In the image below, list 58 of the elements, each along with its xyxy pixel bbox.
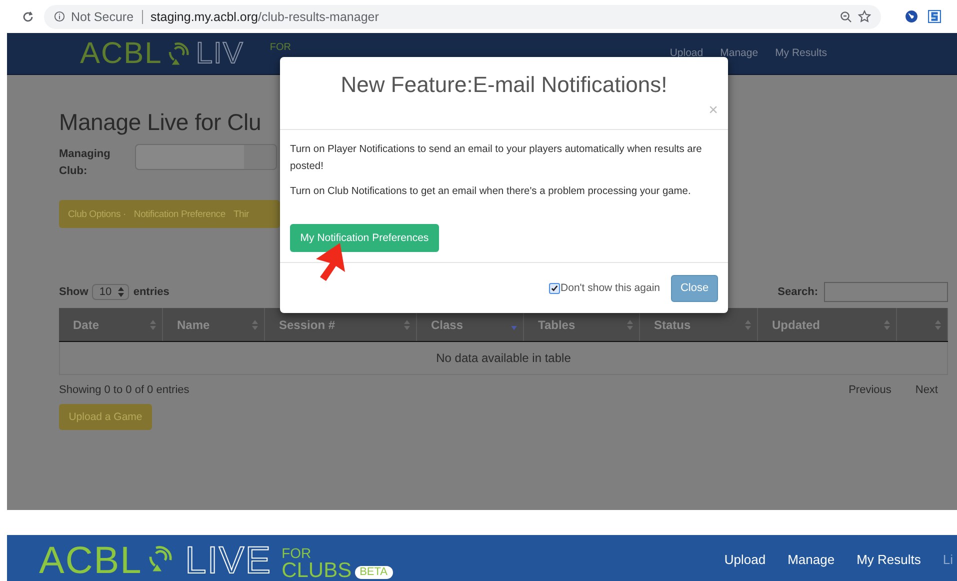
dialog-text: Turn on Club Notifications to get an email when there's a problem processing your game. xyxy=(290,185,692,199)
logo-text: CLUBS xyxy=(282,560,352,581)
entries-label: entries xyxy=(133,286,170,298)
beta-badge: BETA xyxy=(354,566,393,579)
search-label: Search: xyxy=(778,286,818,298)
logo-text: ACBL xyxy=(80,39,162,69)
star-icon[interactable] xyxy=(858,10,871,23)
stepper-icon xyxy=(118,287,124,297)
sort-icon[interactable] xyxy=(404,320,410,330)
checkbox[interactable] xyxy=(548,282,560,294)
globe-icon[interactable] xyxy=(905,10,918,23)
preferences-button[interactable]: My Notification Preferences xyxy=(290,224,439,252)
sort-icon[interactable] xyxy=(252,320,258,330)
reload-icon[interactable] xyxy=(22,10,34,22)
column-header[interactable]: Updated xyxy=(772,318,820,332)
logo-text: LIVE xyxy=(185,542,272,580)
show-label: Show xyxy=(59,286,88,298)
page-title: Manage Live for Clu xyxy=(59,109,262,136)
logo-text: FOR xyxy=(282,546,312,560)
field-label: Managing Club: xyxy=(59,147,109,179)
sort-icon[interactable] xyxy=(745,320,751,330)
extension-icon[interactable] xyxy=(928,10,941,23)
logo-text: FOR xyxy=(270,43,292,53)
close-button[interactable]: × xyxy=(708,103,718,119)
nav-link[interactable]: Upload xyxy=(670,47,704,59)
sort-icon[interactable] xyxy=(935,320,941,330)
column-header[interactable]: Session # xyxy=(279,318,336,332)
column-header[interactable]: Status xyxy=(654,318,691,332)
zoom-icon[interactable] xyxy=(840,10,852,22)
url-text[interactable]: staging.my.acbl.org/club-results-manager xyxy=(150,10,379,24)
search-field[interactable] xyxy=(824,282,948,302)
sort-icon[interactable] xyxy=(884,320,890,330)
logo-text: ACBL xyxy=(39,542,142,580)
sort-icon[interactable] xyxy=(150,320,156,330)
nav-link[interactable]: Upload xyxy=(724,552,766,567)
logo-text: LIV xyxy=(196,39,244,69)
nav-link[interactable]: My Results xyxy=(775,47,827,59)
nav-link[interactable]: Li xyxy=(942,552,953,567)
page-size-select[interactable]: 10 xyxy=(92,284,130,300)
sort-icon[interactable] xyxy=(627,320,633,330)
club-select-field[interactable] xyxy=(135,144,277,170)
column-header[interactable]: Date xyxy=(73,318,100,332)
table-empty-message: No data available in table xyxy=(59,342,948,375)
pagination-link[interactable]: Next xyxy=(915,384,938,396)
pagination-link[interactable]: Previous xyxy=(848,384,892,396)
close-button[interactable]: Close xyxy=(671,274,718,302)
security-label: Not Secure xyxy=(71,10,134,24)
column-header[interactable]: Tables xyxy=(538,318,576,332)
column-header[interactable]: Class xyxy=(431,318,464,332)
nav-link[interactable]: Manage xyxy=(720,47,758,59)
checkbox-label: Don't show this again xyxy=(560,282,660,294)
info-icon[interactable] xyxy=(54,11,65,22)
table-info: Showing 0 to 0 of 0 entries xyxy=(59,384,190,396)
nav-link[interactable]: Manage xyxy=(788,552,835,567)
column-header[interactable]: Name xyxy=(177,318,210,332)
dialog-title: New Feature:E-mail Notifications! xyxy=(340,72,668,98)
dialog-text: Turn on Player Notifications to send an email to your players automatically when results are posted! xyxy=(290,143,703,174)
nav-link[interactable]: My Results xyxy=(856,552,921,567)
